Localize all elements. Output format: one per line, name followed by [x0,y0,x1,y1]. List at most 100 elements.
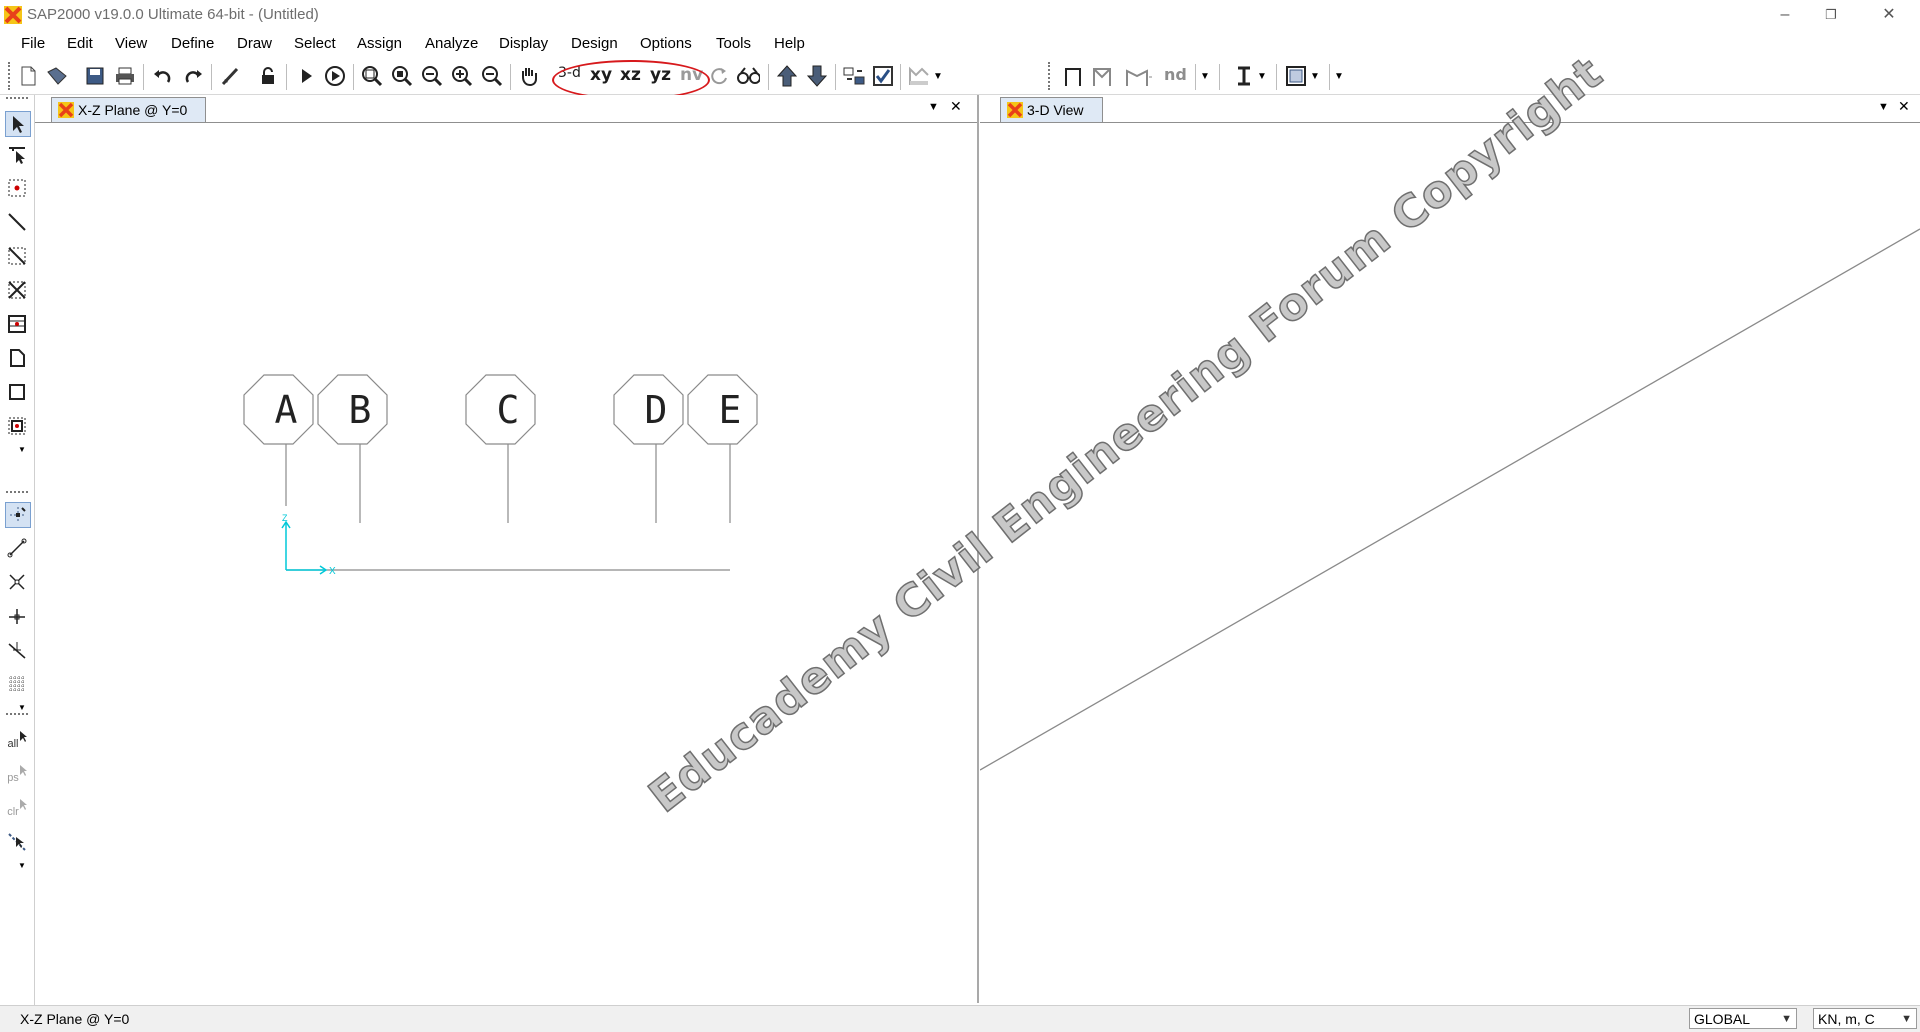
menu-select[interactable]: Select [294,35,336,52]
set-display-options-icon[interactable] [842,64,866,88]
model-frame-line-3d[interactable] [980,228,1920,771]
show-deformed-shape-icon[interactable] [907,64,931,88]
chevron-down-icon[interactable]: ▼ [1256,64,1268,88]
nd-button[interactable]: nd [1164,65,1187,84]
tab-3d-view[interactable]: 3-D View [1000,97,1103,122]
menu-edit[interactable]: Edit [67,35,93,52]
close-pane-button[interactable]: ✕ [1898,98,1910,115]
undo-icon[interactable] [151,64,175,88]
snap-perpendicular-icon[interactable] [5,604,29,628]
rubber-band-zoom-icon[interactable] [360,64,384,88]
run-analysis-icon[interactable] [294,64,318,88]
refresh-window-icon[interactable] [218,64,242,88]
menu-help[interactable]: Help [774,35,805,52]
save-icon[interactable] [83,64,107,88]
units-select[interactable]: KN, m, C ▼ [1813,1008,1917,1029]
draw-joint-icon[interactable] [5,176,29,200]
draw-rectangular-area-icon[interactable] [5,380,29,404]
menu-bar: File Edit View Define Draw Select Assign… [0,30,1920,58]
draw-brace-icon[interactable] [1090,64,1114,88]
close-pane-button[interactable]: ✕ [950,98,962,115]
global-axes-icon [281,520,328,575]
coordinate-system-select[interactable]: GLOBAL ▼ [1689,1008,1797,1029]
minimize-button[interactable]: – [1762,0,1808,30]
check-model-icon[interactable] [871,64,895,88]
print-icon[interactable] [113,64,137,88]
toolbar-grip[interactable] [1048,62,1053,90]
chevron-down-icon[interactable]: ▼ [18,861,26,870]
move-down-icon[interactable] [805,64,829,88]
chevron-down-icon[interactable]: ▼ [1199,64,1211,88]
menu-options[interactable]: Options [640,35,692,52]
pane-menu-dropdown[interactable]: ▼ [1878,101,1889,113]
open-model-icon[interactable] [45,64,69,88]
units-value: KN, m, C [1818,1011,1875,1027]
snap-fine-grid-icon[interactable] [5,672,29,696]
close-window-button[interactable]: ✕ [1866,0,1912,30]
lock-model-icon[interactable] [256,64,280,88]
toolbar-grip[interactable] [8,62,13,90]
menu-file[interactable]: File [21,35,45,52]
restore-full-view-icon[interactable] [390,64,414,88]
snap-points-icon[interactable] [5,502,31,528]
menu-tools[interactable]: Tools [716,35,751,52]
snap-intersections-icon[interactable] [5,570,29,594]
status-bar: X-Z Plane @ Y=0 GLOBAL ▼ KN, m, C ▼ [0,1005,1920,1032]
move-up-icon[interactable] [775,64,799,88]
tab-xz-plane[interactable]: X-Z Plane @ Y=0 [51,97,207,122]
select-area-icon[interactable] [1284,64,1308,88]
redo-icon[interactable] [181,64,205,88]
pointer-select-icon[interactable] [5,111,31,137]
draw-poly-area-icon[interactable] [5,346,29,370]
chevron-down-icon[interactable]: ▼ [1333,64,1345,88]
snap-line-ends-icon[interactable] [5,536,29,560]
pane-menu-dropdown[interactable]: ▼ [928,101,939,113]
new-model-icon[interactable] [16,64,40,88]
zoom-in-icon[interactable] [450,64,474,88]
menu-view[interactable]: View [115,35,147,52]
quick-draw-secondary-beams-icon[interactable] [5,312,29,336]
menu-assign[interactable]: Assign [357,35,402,52]
window-title: SAP2000 v19.0.0 Ultimate 64-bit - (Untit… [27,6,319,23]
3d-view-pane[interactable]: 3-D View ▼ ✕ [980,95,1920,1003]
sap2000-window-icon [1007,102,1023,118]
get-previous-selection-button[interactable]: ps [5,762,29,786]
rotate-view-icon[interactable] [707,64,731,88]
menu-display[interactable]: Display [499,35,548,52]
xz-plane-canvas[interactable]: A B C D E Z X [35,123,975,1001]
chevron-down-icon[interactable]: ▼ [18,703,26,712]
select-all-button[interactable]: all [5,728,29,752]
quick-draw-area-icon[interactable] [5,414,29,438]
intersecting-line-select-icon[interactable] [5,830,29,854]
chevron-down-icon[interactable]: ▼ [932,64,944,88]
draw-truss-icon[interactable] [1123,64,1153,88]
restore-button[interactable]: ❐ [1808,0,1854,30]
menu-design[interactable]: Design [571,35,618,52]
quick-draw-braces-icon[interactable] [5,278,29,302]
snap-lines-edges-icon[interactable] [5,638,29,662]
pan-hand-icon[interactable] [517,64,541,88]
reshaper-icon[interactable] [5,142,29,166]
chevron-down-icon[interactable]: ▼ [18,445,26,454]
draw-frame-icon[interactable] [1061,64,1085,88]
chevron-down-icon[interactable]: ▼ [1309,64,1321,88]
grid-label-c: C [497,388,520,432]
menu-analyze[interactable]: Analyze [425,35,478,52]
run-now-icon[interactable] [323,64,347,88]
xz-plane-view-pane[interactable]: X-Z Plane @ Y=0 ▼ ✕ A B C D E Z X [35,95,979,1003]
3d-view-canvas[interactable] [980,123,1920,1001]
section-cut-icon[interactable] [1232,64,1256,88]
zoom-out-icon[interactable] [480,64,504,88]
quick-draw-frame-icon[interactable] [5,244,29,268]
chevron-down-icon: ▼ [1901,1013,1912,1025]
coordinate-system-value: GLOBAL [1694,1011,1751,1027]
tab-xz-plane-label: X-Z Plane @ Y=0 [78,102,188,118]
perspective-toggle-icon[interactable] [736,64,760,88]
restore-previous-zoom-icon[interactable] [420,64,444,88]
clear-selection-button[interactable]: clr [5,796,29,820]
menu-draw[interactable]: Draw [237,35,272,52]
menu-define[interactable]: Define [171,35,214,52]
axis-x-label: X [329,566,336,577]
view-buttons-highlight [552,60,710,100]
draw-frame-line-icon[interactable] [5,210,29,234]
